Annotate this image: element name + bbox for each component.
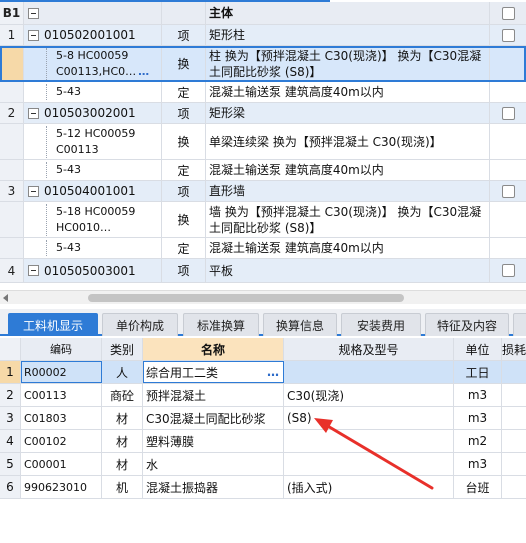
detail-tabs: 工料机显示 单价构成 标准换算 换算信息 安装费用 特征及内容 (0, 309, 526, 336)
tab-more[interactable] (513, 313, 526, 336)
item-row[interactable]: 4 010505003001 项 平板 (0, 259, 526, 283)
checkbox[interactable] (501, 6, 515, 20)
item-row[interactable]: 1 010502001001 项 矩形柱 (0, 25, 526, 46)
checkbox[interactable] (501, 106, 515, 120)
tab-conversion-info[interactable]: 换算信息 (263, 313, 337, 336)
section-title: 主体 (206, 2, 490, 24)
minus-icon[interactable] (28, 29, 39, 41)
tab-features[interactable]: 特征及内容 (425, 313, 509, 336)
item-row[interactable]: 2 010503002001 项 矩形梁 (0, 103, 526, 124)
resource-row[interactable]: 3 C01803 材 C30混凝土同配比砂浆 (S8) m3 (0, 407, 526, 430)
spec-cell-highlighted[interactable]: (S8) (284, 407, 454, 429)
name-column-header: 名称 (143, 338, 284, 360)
item-row[interactable]: 3 010504001001 项 直形墙 (0, 181, 526, 202)
horizontal-scrollbar[interactable] (0, 290, 526, 304)
minus-icon[interactable] (28, 107, 39, 119)
quota-row[interactable]: 5-12 HC00059 C00113 换 单梁连续梁 换为【预拌混凝土 C30… (0, 124, 526, 160)
minus-icon[interactable] (28, 265, 39, 276)
more-options-icon[interactable]: … (267, 365, 279, 379)
grid-header-row: B1 主体 (0, 2, 526, 25)
name-cell-editor[interactable]: 综合用工二类… (143, 361, 284, 383)
checkbox[interactable] (501, 184, 515, 198)
checkbox[interactable] (501, 28, 515, 42)
resource-header-row: 编码 类别 名称 规格及型号 单位 损耗 (0, 338, 526, 361)
quota-row[interactable]: 5-43 定 混凝土输送泵 建筑高度40m以内 (0, 160, 526, 181)
minus-icon[interactable] (28, 7, 39, 19)
resource-row[interactable]: 6 990623010 机 混凝土振捣器 (插入式) 台班 (0, 476, 526, 499)
quota-row[interactable]: 5-43 定 混凝土输送泵 建筑高度40m以内 (0, 238, 526, 259)
scrollbar-thumb[interactable] (88, 294, 404, 302)
collapse-all-toggle[interactable] (24, 2, 162, 24)
resource-row[interactable]: 4 C00102 材 塑料薄膜 m2 (0, 430, 526, 453)
resource-row[interactable]: 2 C00113 商砼 预拌混凝土 C30(现浇) m3 (0, 384, 526, 407)
resource-grid: 编码 类别 名称 规格及型号 单位 损耗 1 R00002 人 综合用工二类… … (0, 338, 526, 543)
quota-row-selected[interactable]: 5-8 HC00059 C00113,HC0…… 换 柱 换为【预拌混凝土 C3… (0, 46, 526, 82)
quota-grid: B1 主体 1 010502001001 项 矩形柱 5-8 HC00059 C… (0, 0, 526, 290)
quota-row[interactable]: 5-43 定 混凝土输送泵 建筑高度40m以内 (0, 82, 526, 103)
tab-standard-conversion[interactable]: 标准换算 (183, 313, 259, 336)
quota-row[interactable]: 5-18 HC00059 HC0010… 换 墙 换为【预拌混凝土 C30(现浇… (0, 202, 526, 238)
resource-row-selected[interactable]: 1 R00002 人 综合用工二类… 工日 (0, 361, 526, 384)
resource-row[interactable]: 5 C00001 材 水 m3 (0, 453, 526, 476)
tab-labor-material-machine[interactable]: 工料机显示 (8, 313, 98, 336)
more-options-icon[interactable]: … (138, 65, 149, 78)
checkbox[interactable] (501, 264, 515, 277)
corner-label: B1 (0, 2, 24, 24)
tab-install-fee[interactable]: 安装费用 (341, 313, 421, 336)
tab-unit-price[interactable]: 单价构成 (102, 313, 178, 336)
minus-icon[interactable] (28, 185, 39, 197)
scroll-left-icon[interactable] (3, 294, 8, 302)
